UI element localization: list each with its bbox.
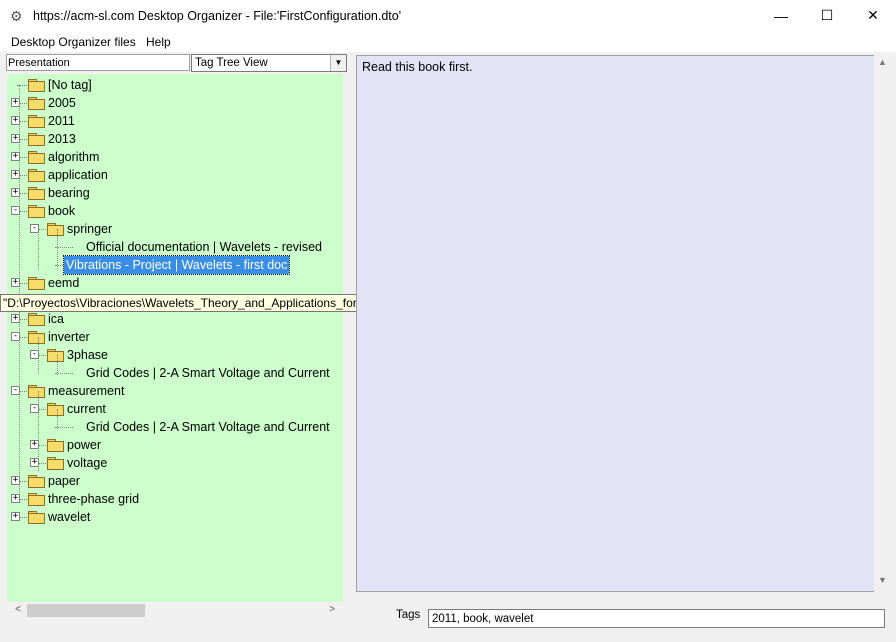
- tree-node-label: current: [67, 402, 106, 416]
- tree-node-bearing[interactable]: + bearing: [7, 184, 343, 202]
- tree-horizontal-scrollbar[interactable]: < >: [7, 602, 343, 619]
- tree-node-label: voltage: [67, 456, 108, 470]
- tree-node-application[interactable]: + application: [7, 166, 343, 184]
- folder-icon: [28, 151, 45, 164]
- presentation-label: Presentation: [6, 54, 190, 71]
- tree-node-label: Official documentation | Wavelets - revi…: [86, 240, 322, 254]
- menu-bar: Desktop Organizer files Help: [0, 32, 896, 52]
- tree-node-label: inverter: [48, 330, 90, 344]
- folder-icon: [47, 223, 64, 236]
- scroll-up-icon[interactable]: ▲: [876, 57, 889, 71]
- scrollbar-thumb[interactable]: [27, 604, 145, 617]
- scroll-left-icon[interactable]: <: [11, 604, 25, 617]
- folder-icon: [28, 169, 45, 182]
- folder-icon: [28, 187, 45, 200]
- tree-node-label: paper: [48, 474, 80, 488]
- tree-node-voltage[interactable]: + voltage: [7, 454, 343, 472]
- tree-node-2013[interactable]: +2013: [7, 130, 343, 148]
- window-title: https://acm-sl.com Desktop Organizer - F…: [33, 9, 402, 23]
- folder-icon: [47, 439, 64, 452]
- tree-node-label: eemd: [48, 276, 80, 290]
- scroll-right-icon[interactable]: >: [325, 604, 339, 617]
- tree-node-label: Grid Codes | 2-A Smart Voltage and Curre…: [86, 420, 330, 434]
- tree-node-label: ica: [48, 312, 64, 326]
- description-text: Read this book first.: [362, 60, 473, 74]
- tree-node-label: 3phase: [67, 348, 109, 362]
- tree-connector: [38, 337, 39, 373]
- description-pane[interactable]: Read this book first.: [356, 55, 875, 592]
- view-select[interactable]: Tag Tree View ▼: [191, 54, 347, 72]
- menu-help[interactable]: Help: [146, 34, 171, 50]
- tree-node-2011[interactable]: +2011: [7, 112, 343, 130]
- folder-icon: [28, 133, 45, 146]
- tree-node-label: springer: [67, 222, 113, 236]
- close-icon: ✕: [867, 7, 879, 23]
- tree-connector: [57, 409, 58, 429]
- tree-connector: [57, 355, 58, 375]
- tree-node-three-phase-grid[interactable]: + three-phase grid: [7, 490, 343, 508]
- folder-icon: [28, 475, 45, 488]
- chevron-down-icon[interactable]: ▼: [330, 55, 346, 71]
- scroll-down-icon[interactable]: ▼: [876, 575, 889, 589]
- tree-node-label: algorithm: [48, 150, 100, 164]
- folder-icon: [28, 79, 45, 92]
- folder-icon: [28, 331, 45, 344]
- tree-node-label: 2013: [48, 132, 76, 146]
- view-select-value: Tag Tree View: [195, 57, 268, 69]
- folder-icon: [47, 403, 64, 416]
- close-button[interactable]: ✕: [850, 0, 896, 31]
- tree-node-label: measurement: [48, 384, 125, 398]
- folder-icon: [28, 115, 45, 128]
- tree-node-no-tag[interactable]: [No tag]: [7, 76, 343, 94]
- tree-node-label: 2011: [48, 114, 75, 128]
- folder-icon: [28, 493, 45, 506]
- tree-node-label: 2005: [48, 96, 76, 110]
- tree-node-label: bearing: [48, 186, 90, 200]
- maximize-icon: ☐: [820, 7, 834, 23]
- tree-node-wavelet[interactable]: + wavelet: [7, 508, 343, 526]
- tree-node-label: power: [67, 438, 102, 452]
- menu-desktop-organizer-files[interactable]: Desktop Organizer files: [11, 34, 136, 50]
- tree-node-book[interactable]: - book: [7, 202, 343, 220]
- tree-node-eemd[interactable]: + eemd: [7, 274, 343, 292]
- tree-node-label: wavelet: [48, 510, 91, 524]
- tree-node-label: Grid Codes | 2-A Smart Voltage and Curre…: [86, 366, 330, 380]
- title-bar: ⚙ https://acm-sl.com Desktop Organizer -…: [0, 0, 896, 32]
- app-icon: ⚙: [10, 8, 23, 24]
- tree-connector: [19, 85, 20, 501]
- minimize-icon: —: [774, 7, 788, 24]
- tree-node-algorithm[interactable]: + algorithm: [7, 148, 343, 166]
- folder-icon: [47, 349, 64, 362]
- folder-icon: [47, 457, 64, 470]
- tree-node-label: three-phase grid: [48, 492, 140, 506]
- folder-icon: [28, 511, 45, 524]
- description-vertical-scrollbar[interactable]: ▲ ▼: [874, 55, 891, 592]
- tree-node-2005[interactable]: +2005: [7, 94, 343, 112]
- tree-node-label: application: [48, 168, 108, 182]
- tags-label: Tags: [396, 609, 421, 621]
- tree-node-power[interactable]: + power: [7, 436, 343, 454]
- folder-icon: [28, 205, 45, 218]
- expand-icon[interactable]: +: [11, 512, 20, 521]
- tree-node-label-selected: Vibrations - Project | Wavelets - first …: [62, 255, 291, 275]
- tree-connector: [38, 391, 39, 471]
- folder-icon: [28, 97, 45, 110]
- tree-node-paper[interactable]: + paper: [7, 472, 343, 490]
- tree-node-label: book: [48, 204, 76, 218]
- folder-icon: [28, 385, 45, 398]
- folder-icon: [28, 313, 45, 326]
- maximize-button[interactable]: ☐: [804, 0, 850, 31]
- tree-connector: [57, 229, 58, 269]
- tag-tree[interactable]: [No tag] +2005 +2011 +2013 + algorithm + applic…: [7, 74, 343, 602]
- tree-node-label: [No tag]: [48, 78, 92, 92]
- tree-node-inverter[interactable]: - inverter: [7, 328, 343, 346]
- tree-connector: [38, 229, 39, 269]
- folder-icon: [28, 277, 45, 290]
- tags-input[interactable]: [428, 609, 885, 628]
- tree-node-ica[interactable]: + ica: [7, 310, 343, 328]
- tree-node-measurement[interactable]: - measurement: [7, 382, 343, 400]
- minimize-button[interactable]: —: [758, 0, 804, 31]
